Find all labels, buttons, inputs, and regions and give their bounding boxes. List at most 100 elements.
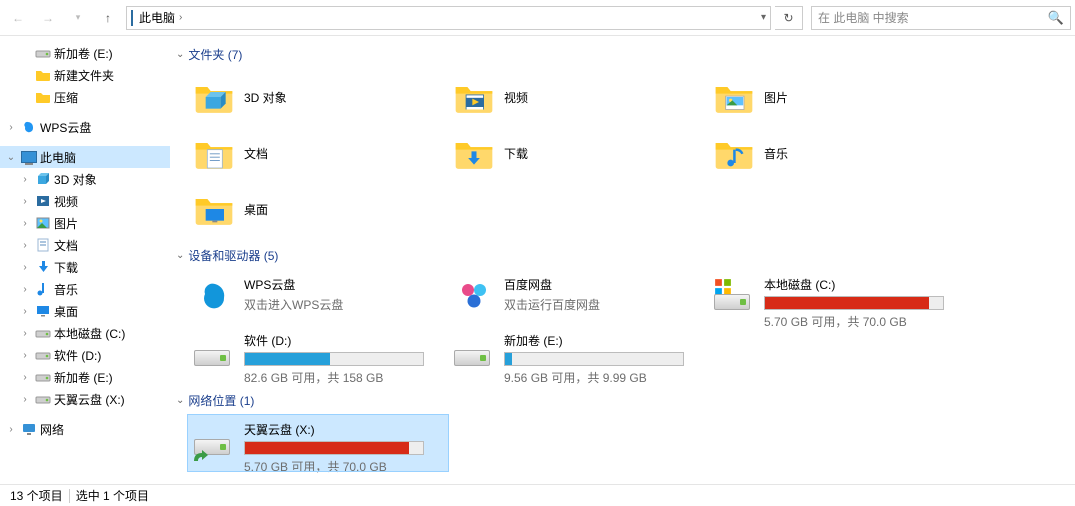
tree-item-label: 视频 <box>54 193 78 210</box>
folder-item[interactable]: 下载 <box>448 125 708 181</box>
folder-item[interactable]: 图片 <box>708 69 968 125</box>
drive-item[interactable]: 软件 (D:) 82.6 GB 可用，共 158 GB <box>188 326 448 382</box>
drive-name: 新加卷 (E:) <box>504 332 704 349</box>
breadcrumb[interactable]: 此电脑 › <box>139 9 182 26</box>
tree-item-label: WPS云盘 <box>40 119 91 136</box>
tree-item-icon <box>34 302 52 320</box>
folder-item[interactable]: 3D 对象 <box>188 69 448 125</box>
tree-item-label: 下载 <box>54 259 78 276</box>
refresh-button[interactable]: ↻ <box>775 6 803 30</box>
drive-subtext: 82.6 GB 可用，共 158 GB <box>244 369 444 386</box>
navigation-pane[interactable]: 新加卷 (E:) 新建文件夹 压缩 › WPS云盘 ⌄ 此电脑 › 3D 对象 … <box>0 36 170 484</box>
tree-item[interactable]: › 天翼云盘 (X:) <box>0 388 170 410</box>
capacity-bar <box>764 296 944 310</box>
tree-item[interactable]: › 软件 (D:) <box>0 344 170 366</box>
drive-subtext: 9.56 GB 可用，共 9.99 GB <box>504 369 704 386</box>
tree-item[interactable]: 压缩 <box>0 86 170 108</box>
expander-icon[interactable]: › <box>18 350 32 361</box>
recent-dropdown[interactable]: ▾ <box>64 4 92 32</box>
address-bar[interactable]: 此电脑 › ▾ <box>126 6 771 30</box>
tree-item-icon <box>34 236 52 254</box>
folder-label: 3D 对象 <box>244 89 287 106</box>
tree-item[interactable]: 新加卷 (E:) <box>0 42 170 64</box>
folder-item[interactable]: 音乐 <box>708 125 968 181</box>
tree-item[interactable]: ⌄ 此电脑 <box>0 146 170 168</box>
search-input[interactable] <box>818 11 1042 25</box>
expander-icon[interactable]: › <box>18 240 32 251</box>
expander-icon[interactable]: › <box>18 284 32 295</box>
tree-item-label: 文档 <box>54 237 78 254</box>
folders-grid: 3D 对象 视频 图片 文档 下载 音乐 桌面 <box>170 67 1075 243</box>
drive-name: 软件 (D:) <box>244 332 444 349</box>
expander-icon[interactable]: › <box>18 262 32 273</box>
netloc-grid: 天翼云盘 (X:) 5.70 GB 可用，共 70.0 GB <box>170 413 1075 477</box>
tree-item[interactable]: › 桌面 <box>0 300 170 322</box>
tree-item[interactable]: › 网络 <box>0 418 170 440</box>
tree-item-icon <box>34 258 52 276</box>
expander-icon[interactable]: › <box>18 306 32 317</box>
capacity-bar <box>244 441 424 455</box>
drive-item[interactable]: 新加卷 (E:) 9.56 GB 可用，共 9.99 GB <box>448 326 708 382</box>
tree-item[interactable]: › 文档 <box>0 234 170 256</box>
folder-item[interactable]: 文档 <box>188 125 448 181</box>
tree-item[interactable]: › 视频 <box>0 190 170 212</box>
chevron-right-icon[interactable]: › <box>179 12 182 23</box>
tree-item[interactable]: › 音乐 <box>0 278 170 300</box>
drive-item[interactable]: 百度网盘 双击运行百度网盘 <box>448 270 708 326</box>
status-selection: 选中 1 个项目 <box>76 487 149 504</box>
expander-icon[interactable]: › <box>18 218 32 229</box>
expander-icon[interactable]: ⌄ <box>4 152 18 163</box>
drive-icon <box>192 274 236 318</box>
tree-item-icon <box>34 280 52 298</box>
drive-name: 百度网盘 <box>504 276 704 293</box>
search-icon: 🔍 <box>1048 10 1064 26</box>
forward-button[interactable]: → <box>34 4 62 32</box>
tree-item-label: 软件 (D:) <box>54 347 101 364</box>
drive-item[interactable]: WPS云盘 双击进入WPS云盘 <box>188 270 448 326</box>
folder-label: 音乐 <box>764 145 788 162</box>
expander-icon[interactable]: › <box>18 394 32 405</box>
expander-icon[interactable]: › <box>18 328 32 339</box>
section-header-netloc[interactable]: ⌄ 网络位置 (1) <box>170 388 1075 413</box>
expander-icon[interactable]: › <box>18 174 32 185</box>
tree-item[interactable]: › WPS云盘 <box>0 116 170 138</box>
tree-item-label: 天翼云盘 (X:) <box>54 391 125 408</box>
tree-item[interactable]: › 本地磁盘 (C:) <box>0 322 170 344</box>
folder-item[interactable]: 桌面 <box>188 181 448 237</box>
drive-name: 本地磁盘 (C:) <box>764 276 964 293</box>
drive-name: WPS云盘 <box>244 276 444 293</box>
expander-icon[interactable]: › <box>4 424 18 435</box>
tree-item-label: 本地磁盘 (C:) <box>54 325 125 342</box>
folder-label: 桌面 <box>244 201 268 218</box>
tree-item-icon <box>34 214 52 232</box>
folder-label: 视频 <box>504 89 528 106</box>
up-button[interactable]: ↑ <box>94 4 122 32</box>
folder-label: 下载 <box>504 145 528 162</box>
tree-item[interactable]: › 下载 <box>0 256 170 278</box>
section-header-folders[interactable]: ⌄ 文件夹 (7) <box>170 42 1075 67</box>
expander-icon[interactable]: › <box>18 196 32 207</box>
drive-item[interactable]: 天翼云盘 (X:) 5.70 GB 可用，共 70.0 GB <box>188 415 448 471</box>
capacity-bar <box>504 352 684 366</box>
tree-item-label: 3D 对象 <box>54 171 97 188</box>
tree-item-label: 桌面 <box>54 303 78 320</box>
folder-item[interactable]: 视频 <box>448 69 708 125</box>
tree-item[interactable]: › 3D 对象 <box>0 168 170 190</box>
search-box[interactable]: 🔍 <box>811 6 1071 30</box>
tree-item-label: 新加卷 (E:) <box>54 369 113 386</box>
drive-subtext: 5.70 GB 可用，共 70.0 GB <box>244 458 444 475</box>
section-header-drives[interactable]: ⌄ 设备和驱动器 (5) <box>170 243 1075 268</box>
chevron-down-icon: ⌄ <box>176 250 184 261</box>
expander-icon[interactable]: › <box>18 372 32 383</box>
tree-item[interactable]: › 图片 <box>0 212 170 234</box>
back-button[interactable]: ← <box>4 4 32 32</box>
tree-item[interactable]: 新建文件夹 <box>0 64 170 86</box>
address-dropdown-icon[interactable]: ▾ <box>761 12 766 23</box>
folder-icon <box>712 131 756 175</box>
content-pane[interactable]: ⌄ 文件夹 (7) 3D 对象 视频 图片 文档 下载 音乐 桌面 ⌄ 设备和驱… <box>170 36 1075 484</box>
tree-item[interactable]: › 新加卷 (E:) <box>0 366 170 388</box>
drive-icon <box>192 330 236 374</box>
drive-item[interactable]: 本地磁盘 (C:) 5.70 GB 可用，共 70.0 GB <box>708 270 968 326</box>
tree-item-icon <box>34 368 52 386</box>
expander-icon[interactable]: › <box>4 122 18 133</box>
